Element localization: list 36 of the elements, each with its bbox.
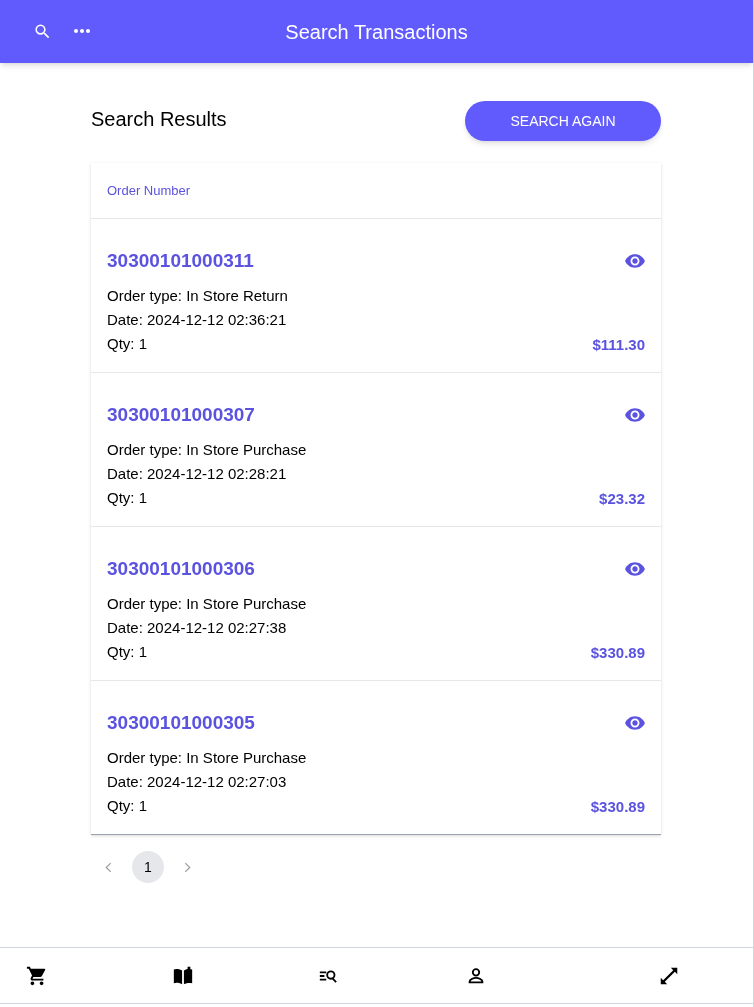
expand-icon[interactable] — [658, 965, 680, 987]
order-type: Order type: In Store Purchase — [107, 594, 307, 614]
order-number: 30300101000307 — [107, 403, 255, 427]
eye-icon[interactable] — [624, 560, 646, 578]
column-header: Order Number — [107, 181, 191, 200]
book-icon[interactable] — [172, 965, 194, 987]
order-date: Date: 2024-12-12 02:28:21 — [107, 464, 287, 484]
order-total: $330.89 — [590, 643, 645, 663]
order-total: $23.32 — [599, 489, 645, 509]
page-button[interactable]: 1 — [132, 851, 164, 883]
order-date: Date: 2024-12-12 02:36:21 — [107, 310, 287, 330]
order-type: Order type: In Store Purchase — [107, 748, 307, 768]
order-qty: Qty: 1 — [107, 642, 147, 662]
order-number: 30300101000306 — [107, 557, 255, 581]
cart-icon[interactable] — [26, 965, 48, 987]
next-page-icon[interactable] — [184, 861, 191, 873]
order-number: 30300101000305 — [107, 711, 255, 735]
order-type: Order type: In Store Purchase — [107, 440, 307, 460]
order-total: $330.89 — [590, 797, 645, 817]
eye-icon[interactable] — [624, 252, 646, 270]
eye-icon[interactable] — [624, 714, 646, 732]
order-date: Date: 2024-12-12 02:27:03 — [107, 772, 287, 792]
order-total: $111.30 — [592, 335, 645, 355]
order-qty: Qty: 1 — [107, 796, 147, 816]
previous-page-icon[interactable] — [105, 861, 112, 873]
search-again-button[interactable]: SEARCH AGAIN — [465, 101, 661, 141]
eye-icon[interactable] — [624, 406, 646, 424]
more-icon[interactable] — [73, 28, 91, 34]
search-icon[interactable] — [33, 22, 52, 41]
order-number: 30300101000311 — [107, 249, 254, 273]
page-heading: Search Results — [91, 107, 227, 132]
order-qty: Qty: 1 — [107, 488, 147, 508]
app-bar-title: Search Transactions — [285, 19, 468, 45]
order-type: Order type: In Store Return — [107, 286, 288, 306]
order-qty: Qty: 1 — [107, 334, 147, 354]
order-date: Date: 2024-12-12 02:27:38 — [107, 618, 287, 638]
